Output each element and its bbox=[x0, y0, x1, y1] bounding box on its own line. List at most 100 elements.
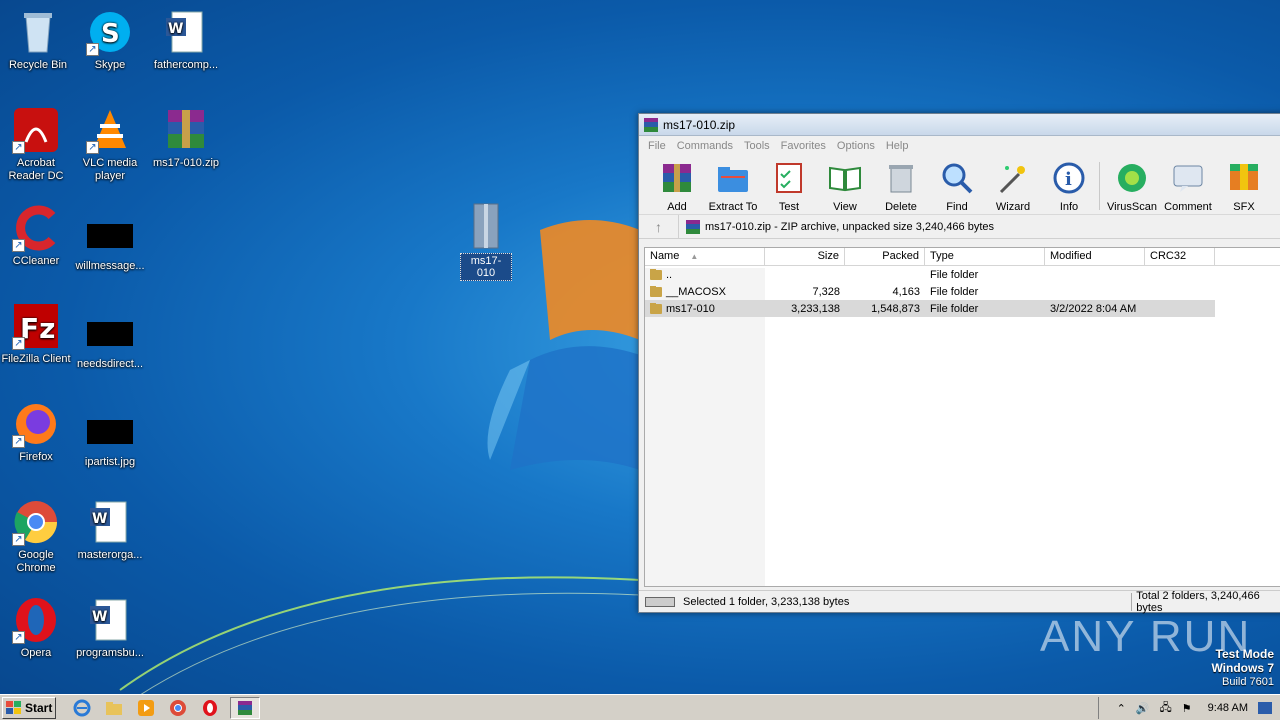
test-checklist-icon bbox=[776, 163, 802, 193]
firefox-icon: ↗ bbox=[12, 400, 60, 448]
virusscan-button[interactable]: VirusScan bbox=[1104, 160, 1160, 213]
column-header-packed[interactable]: Packed bbox=[845, 248, 925, 265]
comment-icon bbox=[1173, 165, 1203, 192]
window-titlebar[interactable]: ms17-010.zip bbox=[639, 114, 1280, 136]
volume-icon[interactable]: 🔊 bbox=[1136, 702, 1150, 715]
toolbar-label: Delete bbox=[885, 201, 917, 213]
desktop-icon-needsdirect[interactable]: needsdirect... bbox=[72, 310, 148, 371]
add-button[interactable]: Add bbox=[649, 160, 705, 213]
folder-icon bbox=[650, 302, 662, 314]
taskbar-chrome-button[interactable] bbox=[166, 697, 190, 719]
menu-file[interactable]: File bbox=[648, 140, 666, 152]
desktop-icon-skype[interactable]: S ↗ Skype bbox=[72, 8, 148, 72]
redacted-thumbnail bbox=[87, 420, 133, 444]
desktop-icon-label: Opera bbox=[20, 647, 52, 659]
menu-favorites[interactable]: Favorites bbox=[781, 140, 826, 152]
desktop-icon-vlc[interactable]: ↗ VLC media player bbox=[72, 106, 148, 183]
wizard-button[interactable]: Wizard bbox=[985, 160, 1041, 213]
archive-path[interactable]: ms17-010.zip - ZIP archive, unpacked siz… bbox=[679, 219, 994, 235]
taskbar-opera-button[interactable] bbox=[198, 697, 222, 719]
taskbar-media-player-button[interactable] bbox=[134, 697, 158, 719]
trash-icon bbox=[889, 165, 913, 193]
virus-icon bbox=[1118, 164, 1146, 192]
desktop-icon-label: Skype bbox=[94, 59, 126, 71]
table-row[interactable]: __MACOSX 7,328 4,163 File folder bbox=[645, 283, 1280, 300]
info-icon: i bbox=[1053, 162, 1085, 194]
desktop-icon-willmessage[interactable]: willmessage... bbox=[72, 212, 148, 273]
skype-icon: S ↗ bbox=[86, 8, 134, 56]
table-row-selected[interactable]: ms17-010 3,233,138 1,548,873 File folder… bbox=[645, 300, 1215, 317]
menu-tools[interactable]: Tools bbox=[744, 140, 770, 152]
winrar-icon bbox=[644, 117, 658, 132]
redacted-thumbnail bbox=[87, 224, 133, 248]
desktop-icon-ms17-zip[interactable]: ms17-010.zip bbox=[148, 106, 224, 170]
test-mode-label: Test Mode Windows 7 Build 7601 bbox=[1211, 647, 1274, 689]
taskbar-ie-button[interactable] bbox=[70, 697, 94, 719]
dragged-folder-label: ms17-010 bbox=[460, 253, 512, 281]
action-center-flag-icon[interactable]: ⚑ bbox=[1182, 702, 1192, 715]
network-icon[interactable]: 🖧 bbox=[1160, 699, 1172, 718]
desktop-icon-filezilla[interactable]: Fz ↗ FileZilla Client bbox=[0, 302, 74, 366]
shortcut-arrow-icon: ↗ bbox=[12, 239, 25, 252]
column-header-crc32[interactable]: CRC32 bbox=[1145, 248, 1215, 265]
recycle-bin-icon bbox=[14, 8, 62, 56]
delete-button[interactable]: Delete bbox=[873, 160, 929, 213]
word-document-icon: W bbox=[162, 8, 210, 56]
desktop-icon-masterorga[interactable]: W masterorga... bbox=[72, 498, 148, 562]
clock[interactable]: 9:48 AM bbox=[1208, 702, 1248, 714]
taskbar-explorer-button[interactable] bbox=[102, 697, 126, 719]
show-hidden-icons-icon[interactable]: ⌃ bbox=[1117, 702, 1126, 715]
up-arrow-icon[interactable]: ↑ bbox=[639, 214, 679, 239]
find-button[interactable]: Find bbox=[929, 160, 985, 213]
column-header-name[interactable]: Name ▲ bbox=[645, 248, 765, 265]
menu-commands[interactable]: Commands bbox=[677, 140, 733, 152]
desktop-icon-firefox[interactable]: ↗ Firefox bbox=[0, 400, 74, 464]
info-button[interactable]: i Info bbox=[1041, 160, 1097, 213]
desktop-icon-label: ms17-010.zip bbox=[152, 157, 220, 169]
dragged-folder[interactable]: ms17-010 bbox=[460, 200, 512, 281]
winrar-window[interactable]: ms17-010.zip File Commands Tools Favorit… bbox=[638, 113, 1280, 614]
word-document-icon: W bbox=[86, 596, 134, 644]
file-list[interactable]: Name ▲ Size Packed Type Modified CRC32 .… bbox=[644, 247, 1280, 587]
windows-logo-icon bbox=[6, 700, 21, 714]
toolbar-label: View bbox=[833, 201, 857, 213]
folder-icon bbox=[650, 285, 662, 297]
magnifier-icon bbox=[942, 163, 973, 194]
desktop-icon-recycle-bin[interactable]: Recycle Bin bbox=[0, 8, 76, 72]
desktop-icon-label: Google Chrome bbox=[16, 549, 56, 574]
view-button[interactable]: View bbox=[817, 160, 873, 213]
table-row[interactable]: .. File folder bbox=[645, 266, 1280, 283]
desktop-icon-ccleaner[interactable]: ↗ CCleaner bbox=[0, 204, 74, 268]
folder-icon bbox=[106, 701, 122, 715]
magic-wand-icon bbox=[999, 166, 1025, 194]
desktop-icon-programsbu[interactable]: W programsbu... bbox=[72, 596, 148, 660]
taskbar-winrar-button[interactable] bbox=[230, 696, 260, 719]
menu-options[interactable]: Options bbox=[837, 140, 875, 152]
shortcut-arrow-icon: ↗ bbox=[12, 337, 25, 350]
desktop-icon-ipartist[interactable]: ipartist.jpg bbox=[72, 408, 148, 469]
desktop-icon-opera[interactable]: ↗ Opera bbox=[0, 596, 74, 660]
toolbar-label: SFX bbox=[1233, 201, 1255, 213]
test-button[interactable]: Test bbox=[761, 160, 817, 213]
sfx-button[interactable]: SFX bbox=[1216, 160, 1272, 213]
toolbar-label: Test bbox=[778, 201, 800, 213]
shortcut-arrow-icon: ↗ bbox=[12, 631, 25, 644]
column-header-modified[interactable]: Modified bbox=[1045, 248, 1145, 265]
desktop-icon-label: Recycle Bin bbox=[8, 59, 68, 71]
internet-explorer-icon bbox=[73, 699, 91, 716]
shortcut-arrow-icon: ↗ bbox=[12, 435, 25, 448]
desktop-icon-acrobat[interactable]: ↗ Acrobat Reader DC bbox=[0, 106, 74, 183]
column-header-type[interactable]: Type bbox=[925, 248, 1045, 265]
desktop-icon-label: fathercomp... bbox=[153, 59, 219, 71]
show-desktop-icon[interactable] bbox=[1258, 702, 1272, 714]
column-header-size[interactable]: Size bbox=[765, 248, 845, 265]
address-bar: ↑ ms17-010.zip - ZIP archive, unpacked s… bbox=[639, 214, 1280, 239]
start-button[interactable]: Start bbox=[2, 696, 56, 719]
extract-to-button[interactable]: Extract To bbox=[705, 160, 761, 213]
svg-text:Fz: Fz bbox=[20, 312, 55, 345]
comment-button[interactable]: Comment bbox=[1160, 160, 1216, 213]
desktop-icon-fathercomp[interactable]: W fathercomp... bbox=[148, 8, 224, 72]
menu-help[interactable]: Help bbox=[886, 140, 909, 152]
extract-folder-icon bbox=[718, 167, 748, 192]
desktop-icon-chrome[interactable]: ↗ Google Chrome bbox=[0, 498, 74, 575]
